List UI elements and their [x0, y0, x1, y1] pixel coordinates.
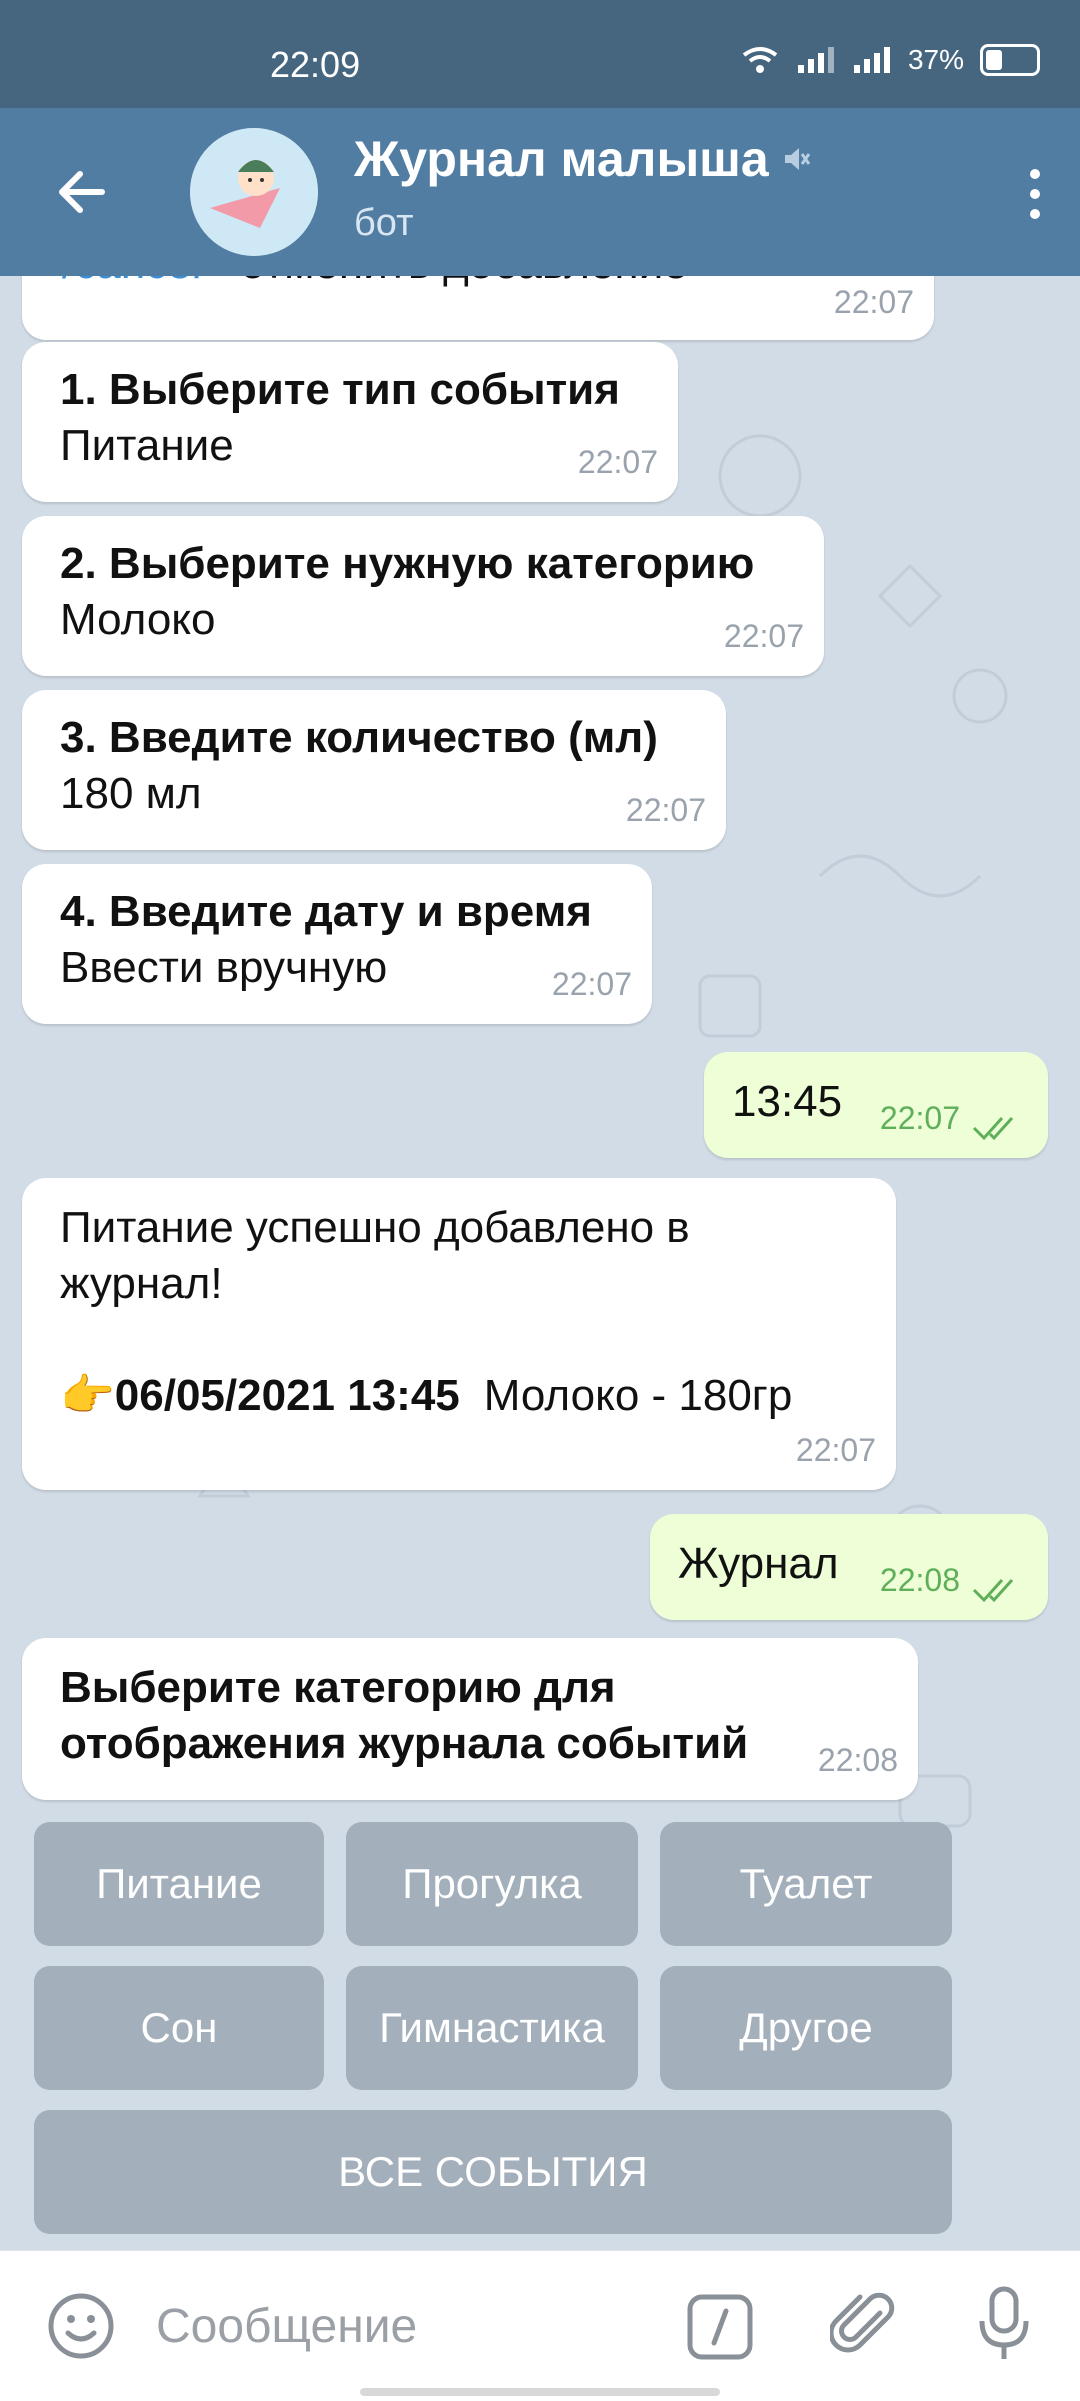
bot-message[interactable]: 4. Введите дату и время Ввести вручную 2… [22, 864, 652, 1024]
message-line: журнал! [60, 1259, 223, 1308]
message-text: Журнал [678, 1539, 839, 1588]
message-input-bar: Сообщение [0, 2250, 1080, 2401]
message-input[interactable]: Сообщение [156, 2299, 417, 2354]
command-link[interactable]: /cancel [62, 276, 201, 288]
message-line: Питание успешно добавлено в [60, 1203, 690, 1252]
wifi-icon [742, 47, 778, 73]
keyboard-button-other[interactable]: Другое [660, 1966, 952, 2090]
more-vertical-icon[interactable] [1020, 164, 1050, 224]
muted-speaker-icon [784, 148, 810, 170]
message-value: Ввести вручную [60, 943, 388, 992]
double-check-icon [972, 1578, 1014, 1603]
bot-message[interactable]: 3. Введите количество (мл) 180 мл 22:07 [22, 690, 726, 850]
user-message[interactable]: Журнал 22:08 [650, 1514, 1048, 1620]
message-line: отображения журнала событий [60, 1719, 749, 1768]
chat-area[interactable]: /cancel - отменить добавление 22:07 1. В… [0, 276, 1080, 2246]
keyboard-button-sleep[interactable]: Сон [34, 1966, 324, 2090]
message-text: - отменить добавление [201, 276, 688, 288]
entry-text: Молоко - 180гр [483, 1371, 793, 1420]
keyboard-button-all-events[interactable]: ВСЕ СОБЫТИЯ [34, 2110, 952, 2234]
message-time: 22:07 [795, 1432, 876, 1468]
message-time: 22:07 [879, 1100, 960, 1136]
chat-subtitle: бот [354, 202, 414, 244]
bot-message[interactable]: /cancel - отменить добавление 22:07 [22, 276, 934, 340]
pointing-hand-emoji: 👉 [60, 1371, 115, 1420]
keyboard-button-feeding[interactable]: Питание [34, 1822, 324, 1946]
message-time: 22:07 [577, 444, 658, 480]
message-time: 22:08 [879, 1562, 960, 1598]
status-bar: 22:09 37% [0, 0, 1080, 108]
user-message[interactable]: 13:45 22:07 [704, 1052, 1048, 1158]
message-title: 2. Выберите нужную категорию [60, 539, 755, 588]
chat-header: Журнал малыша бот [0, 108, 1080, 276]
message-title: 1. Выберите тип события [60, 365, 620, 414]
message-time: 22:07 [551, 966, 632, 1002]
paperclip-icon[interactable] [830, 2291, 900, 2361]
message-line: Выберите категорию для [60, 1663, 616, 1712]
message-time: 22:07 [625, 792, 706, 828]
message-title: 3. Введите количество (мл) [60, 713, 658, 762]
bot-message[interactable]: Выберите категорию для отображения журна… [22, 1638, 918, 1800]
chat-title-text: Журнал малыша [354, 131, 769, 187]
microphone-icon[interactable] [974, 2285, 1034, 2365]
slash-command-icon[interactable] [686, 2293, 754, 2361]
smiley-icon[interactable] [46, 2291, 116, 2361]
signal-icon [853, 47, 890, 73]
keyboard-button-walk[interactable]: Прогулка [346, 1822, 638, 1946]
message-value: Питание [60, 421, 234, 470]
entry-date: 06/05/2021 13:45 [114, 1371, 460, 1420]
message-value: 180 мл [60, 769, 202, 818]
avatar[interactable] [190, 128, 318, 256]
status-time: 22:09 [270, 44, 361, 85]
bot-message[interactable]: Питание успешно добавлено в журнал! 👉06/… [22, 1178, 896, 1490]
chat-title[interactable]: Журнал малыша [354, 130, 811, 188]
message-text: 13:45 [732, 1077, 843, 1126]
message-time: 22:07 [833, 284, 914, 320]
status-icons: 37% [740, 44, 1040, 76]
message-time: 22:08 [817, 1742, 898, 1778]
bot-message[interactable]: 2. Выберите нужную категорию Молоко 22:0… [22, 516, 824, 676]
message-title: 4. Введите дату и время [60, 887, 592, 936]
battery-percent: 37% [907, 44, 964, 75]
signal-icon [797, 47, 834, 73]
double-check-icon [972, 1116, 1014, 1141]
message-value: Молоко [60, 595, 216, 644]
bot-message[interactable]: 1. Выберите тип события Питание 22:07 [22, 342, 678, 502]
keyboard-button-toilet[interactable]: Туалет [660, 1822, 952, 1946]
arrow-left-icon[interactable] [52, 162, 112, 222]
message-time: 22:07 [723, 618, 804, 654]
keyboard-button-gymnastics[interactable]: Гимнастика [346, 1966, 638, 2090]
home-indicator [360, 2388, 720, 2396]
battery-icon [980, 44, 1040, 76]
